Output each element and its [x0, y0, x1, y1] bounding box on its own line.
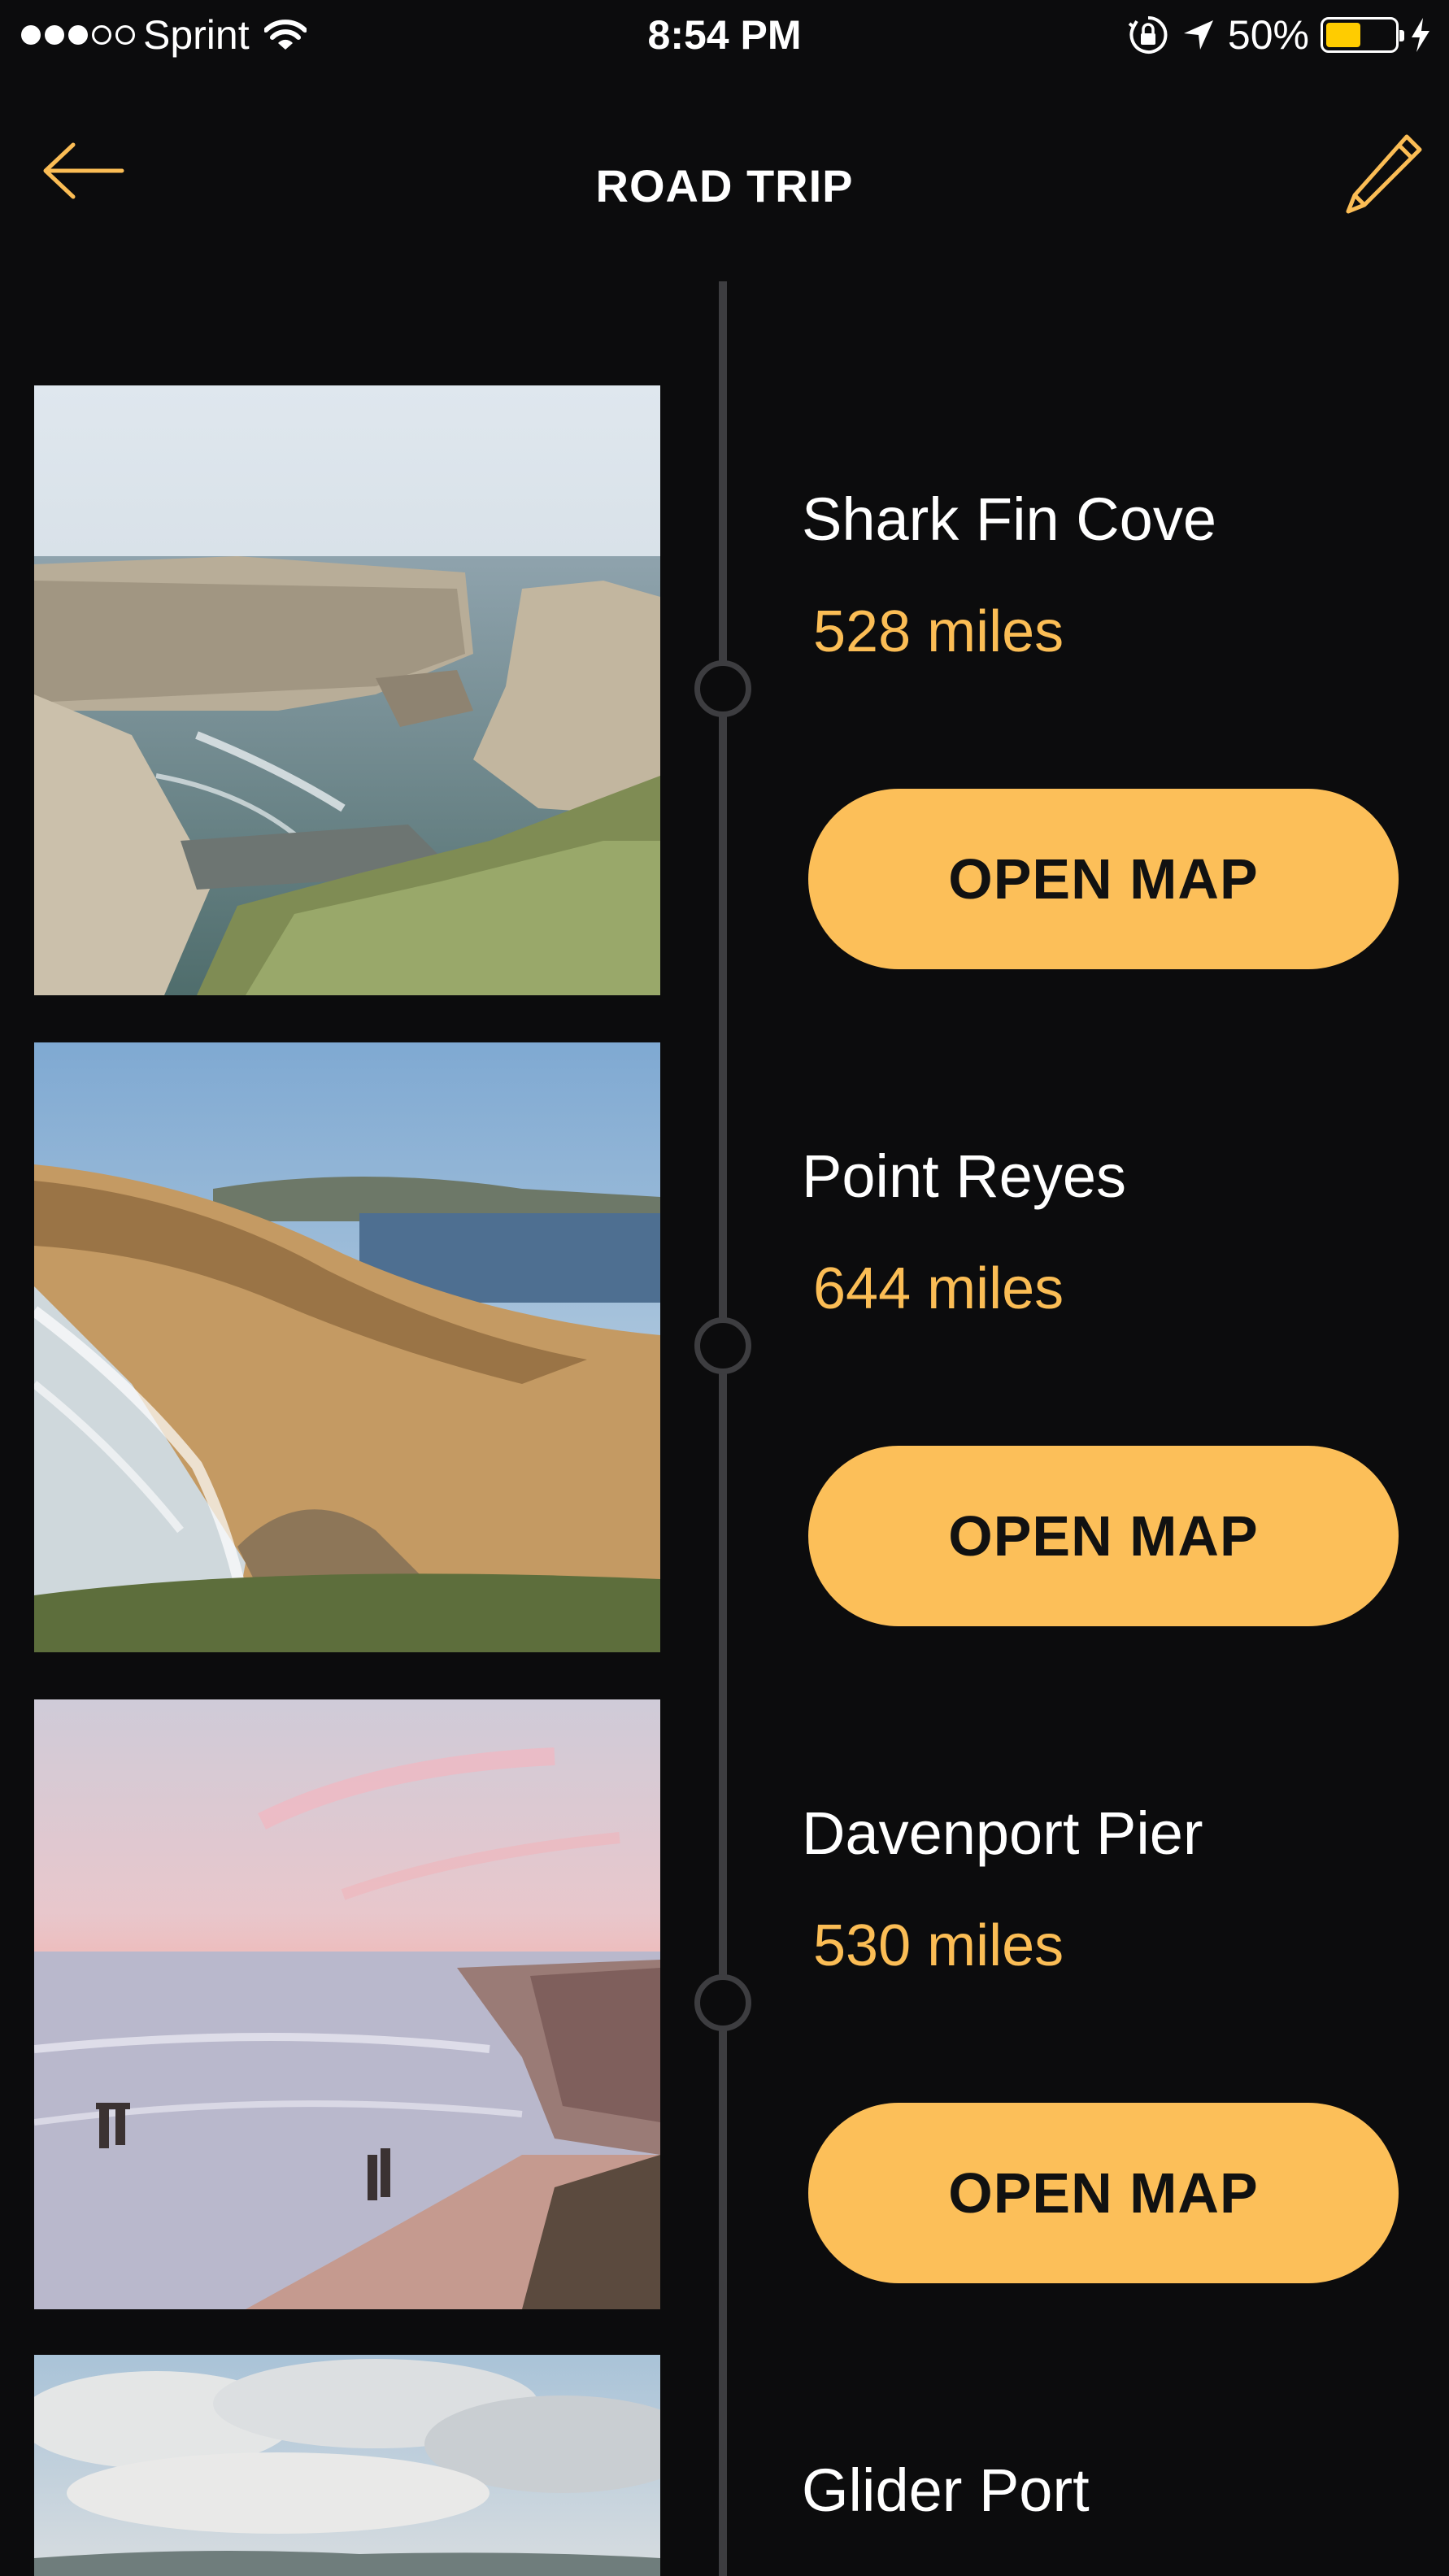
timeline-line [719, 281, 727, 2576]
status-right: 50% [1127, 11, 1431, 59]
trip-distance: 644 miles [813, 1256, 1064, 1321]
trip-photo-shark-fin-cove[interactable] [34, 385, 660, 995]
page-title: ROAD TRIP [595, 160, 854, 211]
battery-level-fill [1326, 23, 1360, 47]
pencil-icon[interactable] [1340, 130, 1425, 220]
battery-percentage: 50% [1227, 12, 1309, 58]
battery-icon [1321, 17, 1404, 53]
trip-photo-glider-port[interactable] [34, 2355, 660, 2576]
trip-name: Davenport Pier [802, 1799, 1203, 1867]
timeline-node [694, 1317, 751, 1374]
charging-bolt-icon [1412, 18, 1429, 52]
open-map-button[interactable]: OPEN MAP [808, 1446, 1399, 1626]
orientation-lock-icon [1128, 15, 1168, 54]
trip-name: Glider Port [802, 2456, 1090, 2524]
trip-distance: 528 miles [813, 599, 1064, 664]
trip-name: Shark Fin Cove [802, 485, 1216, 553]
open-map-button[interactable]: OPEN MAP [808, 2103, 1399, 2283]
location-arrow-icon [1183, 20, 1213, 50]
timeline-node [694, 660, 751, 717]
trip-name: Point Reyes [802, 1142, 1126, 1210]
timeline-node [694, 1974, 751, 2031]
open-map-button[interactable]: OPEN MAP [808, 789, 1399, 969]
status-bar: Sprint 8:54 PM 50% [0, 0, 1449, 73]
trip-photo-davenport-pier[interactable] [34, 1699, 660, 2309]
trip-distance: 530 miles [813, 1913, 1064, 1978]
trip-photo-point-reyes[interactable] [34, 1042, 660, 1652]
road-trip-screen: Sprint 8:54 PM 50% ROAD TRIP Shark Fin C… [0, 0, 1449, 2576]
